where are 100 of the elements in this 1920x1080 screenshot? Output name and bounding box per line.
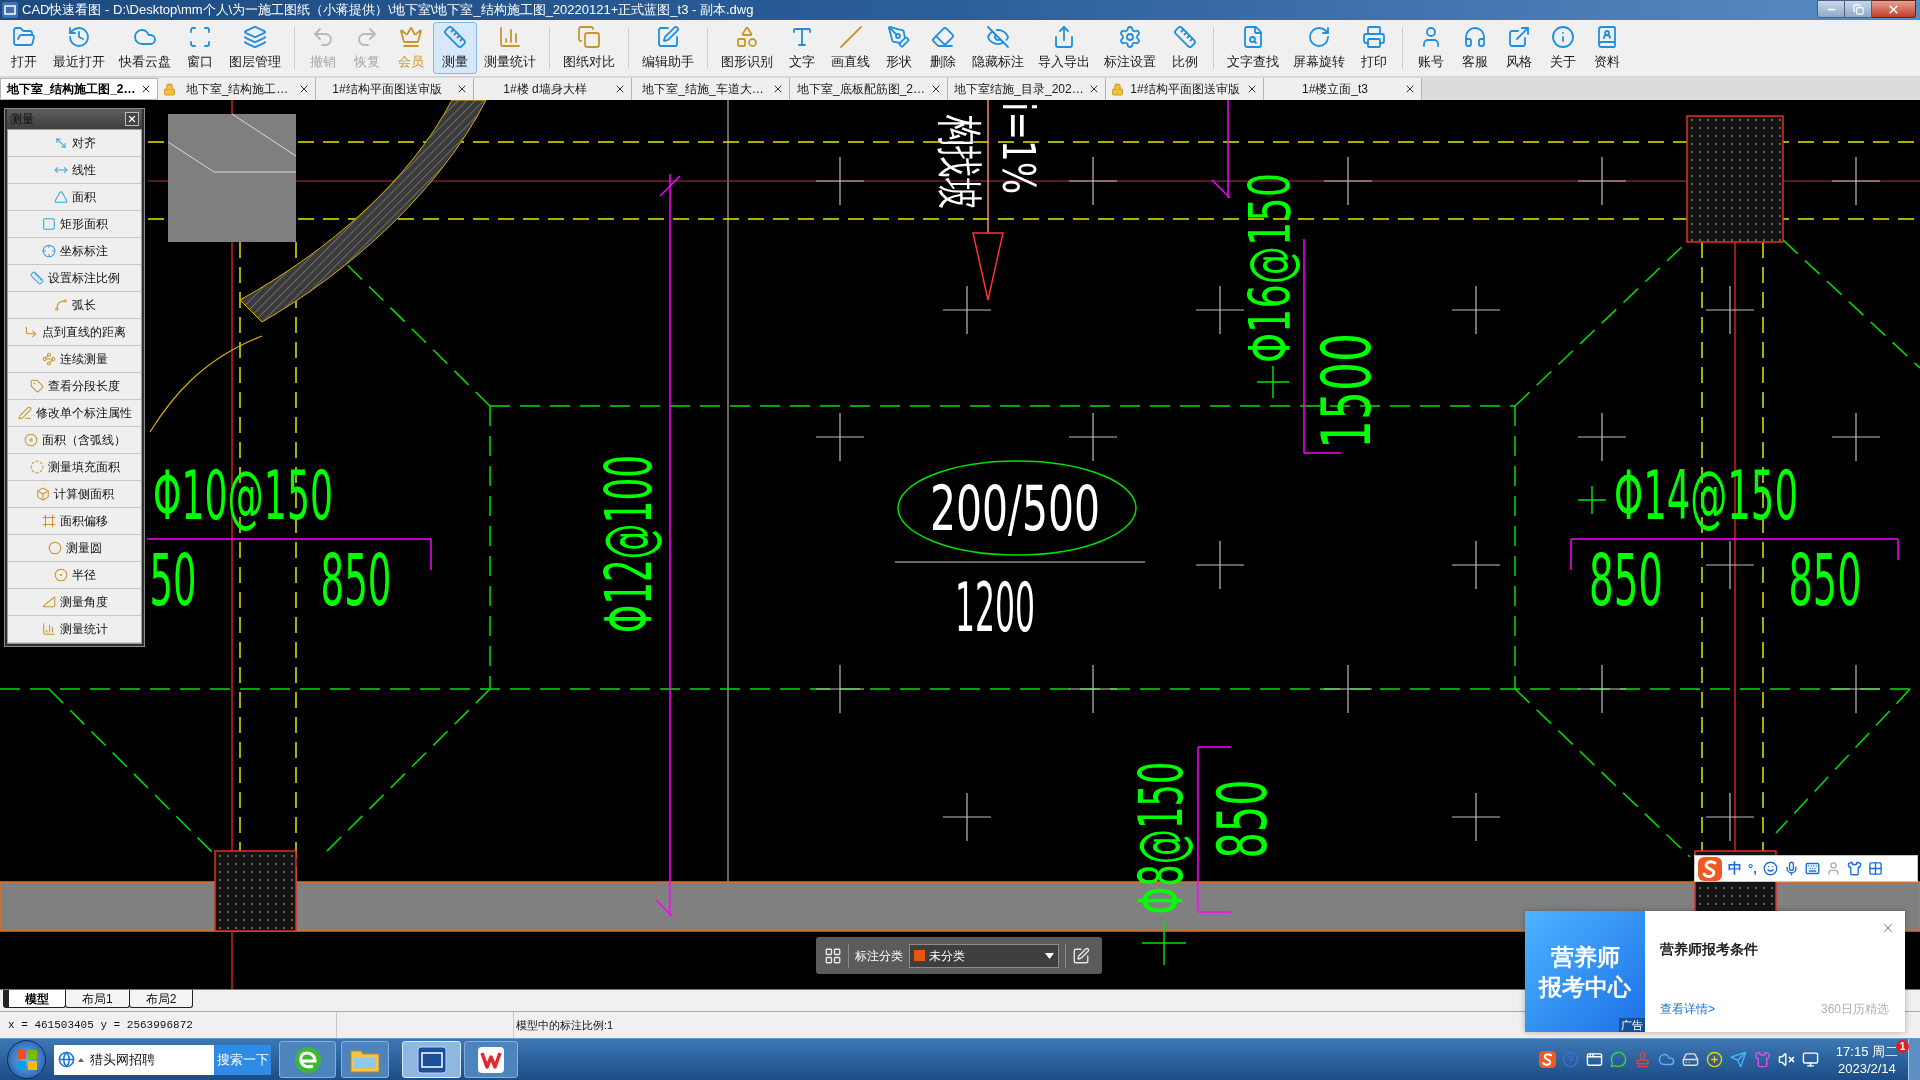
chat-icon[interactable]: [1609, 1051, 1627, 1068]
document-tab[interactable]: 1#结构平面图送审版: [316, 78, 474, 100]
layout-tab[interactable]: 布局1: [65, 990, 130, 1008]
toolbar-button[interactable]: 测量: [433, 22, 477, 74]
shirt-icon[interactable]: [1846, 861, 1862, 876]
toolbar-button[interactable]: 测量统计: [477, 22, 543, 74]
toolbar-button[interactable]: 最近打开: [46, 22, 112, 74]
toolbar-button[interactable]: 删除: [921, 22, 965, 74]
toolbar-button[interactable]: 快看云盘: [112, 22, 178, 74]
window-icon[interactable]: [1585, 1051, 1603, 1068]
document-tab[interactable]: 地下室结施_目录_202…: [948, 78, 1106, 100]
toolbar-button[interactable]: 比例: [1163, 22, 1207, 74]
toolbar-button[interactable]: 图层管理: [222, 22, 288, 74]
taskbar-app-button[interactable]: [279, 1041, 336, 1078]
restore-button[interactable]: [1845, 0, 1872, 18]
tick-mark: [1211, 179, 1231, 199]
toolbar-button[interactable]: 图形识别: [714, 22, 780, 74]
measure-tool-button[interactable]: 修改单个标注属性: [8, 400, 141, 427]
toolbar-button[interactable]: 隐藏标注: [965, 22, 1031, 74]
toolbar-button[interactable]: 文字查找: [1220, 22, 1286, 74]
toolbar-button[interactable]: 打印: [1352, 22, 1396, 74]
measure-tool-button[interactable]: 矩形面积: [8, 211, 141, 238]
toolbar-button[interactable]: 标注设置: [1097, 22, 1163, 74]
ime-logo-icon[interactable]: [1698, 856, 1722, 881]
mute-icon[interactable]: [1777, 1051, 1795, 1068]
measure-tool-button[interactable]: 面积偏移: [8, 508, 141, 535]
grid-icon[interactable]: [1867, 861, 1883, 876]
document-tab[interactable]: 地下室_结构施工…: [158, 78, 316, 100]
close-icon[interactable]: [772, 83, 784, 95]
toolbar-button[interactable]: 文字: [780, 22, 824, 74]
category-dropdown[interactable]: 未分类: [909, 943, 1059, 968]
toolbar-button[interactable]: 资料: [1585, 22, 1629, 74]
close-icon[interactable]: [1246, 83, 1258, 95]
document-tab[interactable]: 地下室_底板配筋图_2…: [790, 78, 948, 100]
close-icon[interactable]: [930, 83, 942, 95]
toolbar-button[interactable]: 屏幕旋转: [1286, 22, 1352, 74]
copy-icon: [577, 24, 601, 49]
measure-tool-button[interactable]: 计算侧面积: [8, 481, 141, 508]
toolbar-button[interactable]: 画直线: [824, 22, 877, 74]
measure-tool-button[interactable]: 点到直线的距离: [8, 319, 141, 346]
grid-icon[interactable]: [824, 946, 842, 965]
input-mode-toggle[interactable]: 中: [1728, 858, 1742, 879]
keyboard-icon[interactable]: [1804, 861, 1820, 876]
measure-tool-button[interactable]: 测量角度: [8, 589, 141, 616]
document-tab[interactable]: 1#楼 d墙身大样: [474, 78, 632, 100]
measure-tool-button[interactable]: 对齐: [8, 130, 141, 157]
close-icon[interactable]: [456, 83, 468, 95]
plus-circle-icon[interactable]: [1705, 1051, 1723, 1068]
drive-icon[interactable]: [1681, 1051, 1699, 1068]
document-tab[interactable]: 1#楼立面_t3: [1264, 78, 1422, 100]
ruler-icon: [1173, 24, 1197, 49]
toolbar-button[interactable]: 账号: [1409, 22, 1453, 74]
measure-tool-button[interactable]: 连续测量: [8, 346, 141, 373]
send-icon[interactable]: [1729, 1051, 1747, 1068]
edit-icon[interactable]: [1072, 946, 1090, 965]
details-link[interactable]: 查看详情>: [1660, 1000, 1715, 1018]
close-button[interactable]: [1872, 0, 1916, 18]
measure-tool-button[interactable]: 弧长: [8, 292, 141, 319]
toolbar-button[interactable]: 图纸对比: [556, 22, 622, 74]
search-field[interactable]: 猎头网招聘: [54, 1044, 214, 1075]
start-button[interactable]: [7, 1040, 46, 1079]
microphone-icon[interactable]: [1783, 861, 1799, 876]
close-icon[interactable]: [1088, 83, 1100, 95]
toolbar-button[interactable]: 风格: [1497, 22, 1541, 74]
measure-tool-button[interactable]: 测量统计: [8, 616, 141, 643]
close-icon[interactable]: [1404, 83, 1416, 95]
lock-icon: [163, 82, 176, 96]
minimize-button[interactable]: [1817, 0, 1845, 18]
measure-tool-button[interactable]: 查看分段长度: [8, 373, 141, 400]
smiley-icon[interactable]: [1762, 861, 1778, 876]
toolbar-button[interactable]: 打开: [2, 22, 46, 74]
measure-tool-button[interactable]: 线性: [8, 157, 141, 184]
ime-logo-icon[interactable]: [1538, 1051, 1556, 1068]
measure-tool-button[interactable]: 半径: [8, 562, 141, 589]
monitor-icon[interactable]: [1801, 1051, 1819, 1068]
document-tab[interactable]: 1#结构平面图送审版: [1106, 78, 1264, 100]
toolbar-button[interactable]: 形状: [877, 22, 921, 74]
punctuation-toggle[interactable]: °,: [1748, 858, 1757, 879]
close-icon[interactable]: [614, 83, 626, 95]
measure-tool-button[interactable]: 坐标标注: [8, 238, 141, 265]
measure-tool-button[interactable]: 设置标注比例: [8, 265, 141, 292]
cloud-icon[interactable]: [1657, 1051, 1675, 1068]
document-tab[interactable]: 地下室_结施_车道大…: [632, 78, 790, 100]
taskbar-app-button[interactable]: [464, 1041, 518, 1078]
caret-icon: [1045, 952, 1054, 959]
panel-close-button[interactable]: [125, 112, 139, 126]
toolbar-button[interactable]: 客服: [1453, 22, 1497, 74]
measure-tool-button[interactable]: 面积: [8, 184, 141, 211]
measure-tool-button[interactable]: 测量圆: [8, 535, 141, 562]
toolbar-button[interactable]: 关于: [1541, 22, 1585, 74]
toolbar-button[interactable]: 编辑助手: [635, 22, 701, 74]
close-icon[interactable]: [298, 83, 310, 95]
layout-tab[interactable]: 模型: [3, 990, 66, 1008]
toolbar-button[interactable]: 窗口: [178, 22, 222, 74]
toolbar-button[interactable]: 导入导出: [1031, 22, 1097, 74]
measure-tool-button[interactable]: 面积（含弧线）: [8, 427, 141, 454]
document-tab[interactable]: 地下室_结构施工图_2…: [0, 78, 158, 100]
measure-tool-button[interactable]: 测量填充面积: [8, 454, 141, 481]
close-icon[interactable]: [140, 83, 152, 95]
layout-tab[interactable]: 布局2: [128, 990, 194, 1008]
